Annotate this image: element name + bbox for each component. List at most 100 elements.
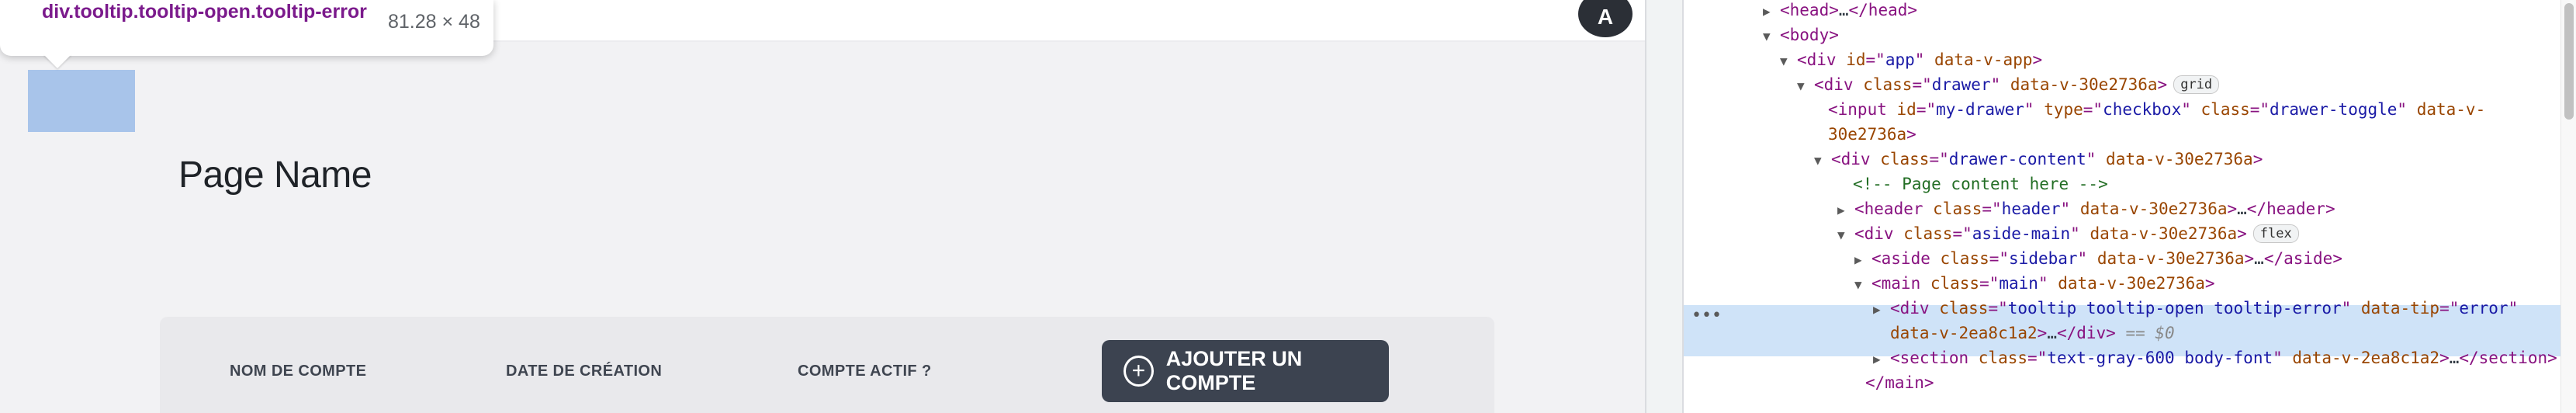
dom-node-line[interactable]: ▼ <body> [1763,23,1839,47]
column-header-account-name[interactable]: NOM DE COMPTE [230,363,366,380]
dom-token: <div [1854,224,1904,243]
expand-triangle-right-icon[interactable]: ▶ [1873,347,1890,372]
dom-token: =" [1865,50,1885,69]
dom-token: class [1903,224,1953,243]
dom-token: class [1940,249,1989,268]
expand-triangle-down-icon[interactable]: ▼ [1780,49,1797,74]
expand-triangle-down-icon[interactable]: ▼ [1763,24,1780,49]
dom-node-line[interactable]: ▶ <head>…</head> [1763,0,1917,23]
expand-triangle-down-icon[interactable]: ▼ [1837,223,1854,248]
dom-token: <div [1831,150,1881,168]
dom-token: checkbox [2103,100,2182,119]
dom-token: > [2252,150,2263,168]
dom-token: =" [1912,75,1932,94]
dom-token: </aside> [2263,249,2342,268]
dom-token: =" [1979,274,2000,293]
expand-triangle-down-icon[interactable]: ▼ [1814,148,1831,173]
devtools-elements-panel: ••• ▶ <head>…</head> ▼ <body> ▼ <div id="app"… [1684,0,2560,413]
dom-node-line[interactable]: ▼ <div class="drawer-content" data-v-30e2… [1814,147,2263,172]
scrollbar[interactable] [2560,0,2576,413]
expand-triangle-down-icon[interactable]: ▼ [1797,74,1814,99]
layout-badge[interactable]: grid [2173,75,2220,94]
dom-token: > [2227,200,2238,218]
dom-token: class [1863,75,1913,94]
dom-node-line[interactable]: ▼ <div id="app" data-v-app> [1780,47,2042,72]
dom-token: data-v-30e2736a [2010,75,2158,94]
dom-token: =" [1952,224,1972,243]
dom-token: error [2459,299,2508,318]
inspect-selector: div.tooltip.tooltip-open.tooltip-error [42,1,367,23]
dom-token: class [1880,150,1930,168]
avatar[interactable]: A [1578,0,1633,37]
expand-triangle-right-icon[interactable]: ▶ [1837,198,1854,223]
dom-token: data-v-30e2736a [2058,274,2205,293]
add-account-label: AJOUTER UN COMPTE [1165,347,1303,394]
dom-token: main [1999,274,2038,293]
dom-token: <div [1797,50,1847,69]
dom-token: data-v-app [1934,50,2033,69]
dom-token: =" [2083,100,2103,119]
dom-node-line[interactable]: ▼ <div class="aside-main" data-v-30e2736a… [1837,221,2299,246]
dom-token: </div> [2056,324,2116,342]
dom-node-line[interactable]: </main> [1865,370,1934,395]
dom-token: <!-- Page content here --> [1853,175,2108,193]
dom-node-line[interactable]: ▶ <header class="header" data-v-30e2736a>… [1837,196,2335,221]
dom-token: > [2037,324,2048,342]
expand-triangle-right-icon[interactable]: ▶ [1763,0,1780,24]
dom-token: app [1885,50,1915,69]
dom-node-line[interactable]: ▶ <section class="text-gray-600 body-font… [1873,345,2557,370]
dom-token: aside-main [1972,224,2071,243]
dom-node-line[interactable]: 30e2736a> [1828,122,1916,147]
column-header-creation-date[interactable]: DATE DE CRÉATION [506,363,662,380]
dom-token: > [2244,249,2255,268]
dom-token: " [2181,100,2201,119]
dom-node-line[interactable]: <input id="my-drawer" type="checkbox" cl… [1828,97,2485,122]
dom-token: class [1978,349,2028,367]
dom-token: =" [1929,150,1949,168]
dom-token: tooltip tooltip-open tooltip-error [2007,299,2342,318]
dom-node-line[interactable]: data-v-2ea8c1a2>…</div> == $0 [1890,321,2175,345]
avatar-initial: A [1597,5,1614,29]
column-header-account-active[interactable]: COMPTE ACTIF ? [798,363,932,380]
dom-node-line[interactable]: ▼ <div class="drawer" data-v-30e2736a> gri… [1797,72,2220,99]
dom-token: <div [1814,75,1864,94]
scrollbar-thumb[interactable] [2564,3,2574,120]
dom-token: > [1906,125,1916,144]
dom-token: =" [1916,100,1937,119]
dom-token: data-v-30e2736a [2106,150,2253,168]
dom-token: " [2070,224,2090,243]
dom-token: <main [1871,274,1930,293]
expand-triangle-down-icon[interactable]: ▼ [1854,272,1871,297]
dom-token: class [1939,299,1989,318]
dom-token: > [2237,224,2247,243]
layout-badge[interactable]: flex [2252,224,2299,243]
dom-token: </main> [1865,373,1934,392]
dom-node-line[interactable]: <!-- Page content here --> [1853,172,2108,196]
plus-circle-icon: + [1124,356,1154,387]
dom-token: class [2200,100,2250,119]
dom-token: type [2044,100,2083,119]
devtools-splitter[interactable] [1645,0,1684,413]
dom-token: data-tip [2360,299,2440,318]
dom-node-line[interactable]: ▶ <div class="tooltip tooltip-open toolti… [1873,296,2518,321]
dom-token: =" [1982,200,2002,218]
dom-token: data-v-30e2736a [2079,200,2228,218]
dom-token: > [2157,75,2168,94]
expand-triangle-right-icon[interactable]: ▶ [1854,248,1871,272]
dom-token: … [2047,324,2057,342]
more-options-icon[interactable]: ••• [1691,306,1722,325]
dom-token: " [2273,349,2293,367]
dom-token: <head> [1780,1,1839,19]
dom-token: " [2038,274,2058,293]
dom-node-line[interactable]: ▶ <aside class="sidebar" data-v-30e2736a>… [1854,246,2342,271]
dom-token: <aside [1871,249,1941,268]
dom-token: " [2341,299,2361,318]
dom-token: id [1846,50,1866,69]
dom-token: " [2508,299,2519,318]
expand-triangle-right-icon[interactable]: ▶ [1873,297,1890,322]
add-account-button[interactable]: + AJOUTER UN COMPTE [1102,340,1389,402]
dom-node-line[interactable]: ▼ <main class="main" data-v-30e2736a> [1854,271,2215,296]
page-title: Page Name [178,154,372,196]
dom-token: … [2449,349,2460,367]
dom-token: =" [1989,249,2010,268]
